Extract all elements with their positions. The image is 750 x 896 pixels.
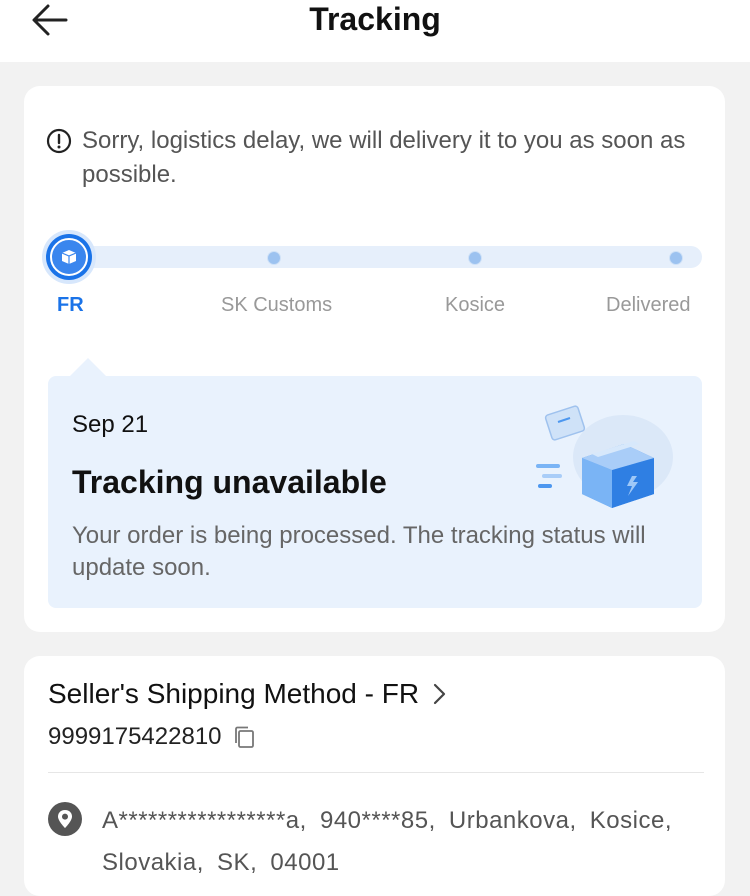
current-step-node (46, 234, 92, 280)
top-bar: Tracking (0, 0, 750, 62)
shipping-method-link[interactable]: Seller's Shipping Method - FR (48, 676, 447, 712)
tracking-number: 9999175422810 (48, 723, 222, 750)
back-button[interactable] (30, 0, 86, 40)
detail-title: Tracking unavailable (72, 464, 387, 500)
delay-notice-text: Sorry, logistics delay, we will delivery… (82, 127, 686, 188)
package-illustration-icon (536, 405, 673, 508)
progress-dot (267, 251, 281, 265)
shipping-card: Seller's Shipping Method - FR 9999175422… (24, 656, 725, 896)
progress-track (48, 246, 702, 268)
shipping-method-label: Seller's Shipping Method - FR (48, 678, 420, 709)
progress-dot (669, 251, 683, 265)
delay-notice: Sorry, logistics delay, we will delivery… (46, 124, 686, 192)
step-label-kosice: Kosice (445, 294, 506, 316)
tracking-card: Sorry, logistics delay, we will delivery… (24, 86, 725, 632)
delivery-address: A*****************a, 940****85, Urbankov… (102, 807, 673, 876)
location-pin-icon (48, 802, 82, 836)
detail-date: Sep 21 (72, 411, 149, 438)
arrow-left-icon (32, 4, 68, 36)
progress-dot (468, 251, 482, 265)
step-label-fr: FR (57, 294, 84, 316)
divider (48, 772, 704, 773)
copy-icon[interactable] (232, 725, 256, 749)
tracking-detail-panel: Sep 21 Tracking unavailable Your order i… (48, 358, 702, 608)
page-title: Tracking (309, 1, 441, 37)
step-label-sk-customs: SK Customs (221, 294, 333, 316)
exclamation-circle-icon (46, 128, 72, 154)
chevron-right-icon (433, 683, 446, 705)
detail-description: Your order is being processed. The track… (72, 522, 646, 581)
step-label-delivered: Delivered (606, 294, 691, 316)
package-icon (61, 250, 77, 264)
tracking-number-row: 9999175422810 (48, 722, 256, 752)
